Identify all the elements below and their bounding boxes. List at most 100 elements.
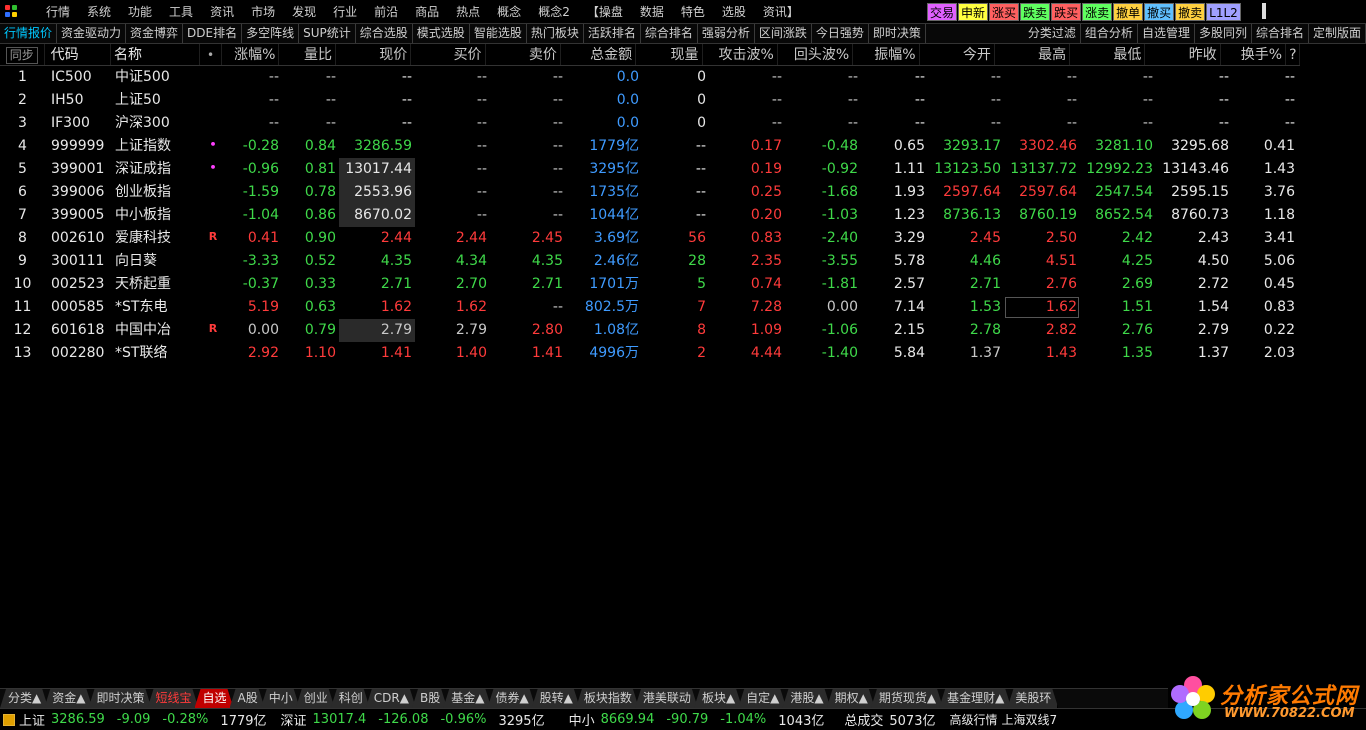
- app-logo-icon[interactable]: [0, 0, 24, 23]
- category-tab[interactable]: 债券▲: [487, 689, 535, 708]
- function-tab[interactable]: 行情报价: [0, 24, 58, 43]
- category-tab[interactable]: 中小: [261, 689, 300, 708]
- quick-trade-button[interactable]: 撤单: [1113, 3, 1144, 21]
- column-header[interactable]: 最低: [1070, 44, 1146, 65]
- category-tab[interactable]: 板块指数: [576, 689, 639, 708]
- market-mode[interactable]: 高级行情: [949, 711, 997, 728]
- column-header[interactable]: 涨幅%: [222, 44, 280, 65]
- category-tab[interactable]: 自选: [195, 689, 234, 708]
- category-tab[interactable]: 美股环: [1007, 689, 1058, 708]
- table-row[interactable]: 9 300111 向日葵 -3.33 0.52 4.35 4.34 4.35 2.46亿 28 2.…: [0, 250, 1300, 273]
- function-tab[interactable]: 定制版面: [1309, 24, 1366, 43]
- table-row[interactable]: 3 IF300 沪深300 -- -- -- -- -- 0.0 0 -- -- -- -- -- -- -- -…: [0, 112, 1300, 135]
- quick-trade-button[interactable]: 涨卖: [1082, 3, 1113, 21]
- category-tab[interactable]: 基金理财▲: [939, 689, 1011, 708]
- category-tab[interactable]: 创业: [296, 689, 335, 708]
- column-header[interactable]: 现价: [336, 44, 412, 65]
- function-tab[interactable]: 综合选股: [356, 24, 413, 43]
- function-tab[interactable]: 模式选股: [413, 24, 470, 43]
- table-row[interactable]: 12 601618 中国中冶 R 0.00 0.79 2.79 2.79 2.80 1.08亿 8 1…: [0, 319, 1300, 342]
- category-tab[interactable]: A股: [230, 689, 265, 708]
- menu-item[interactable]: 选股: [722, 3, 746, 20]
- menu-item[interactable]: 工具: [169, 3, 193, 20]
- category-tab[interactable]: 期货现货▲: [871, 689, 943, 708]
- menu-item[interactable]: 热点: [456, 3, 480, 20]
- menu-item[interactable]: 发现: [292, 3, 316, 20]
- quick-trade-button[interactable]: L1L2: [1206, 3, 1241, 21]
- function-tab[interactable]: 分类过滤: [1024, 24, 1081, 43]
- table-row[interactable]: 6 399006 创业板指 -1.59 0.78 2553.96 -- -- 1735亿 -- 0.…: [0, 181, 1300, 204]
- menu-item[interactable]: 【操盘: [587, 3, 623, 20]
- menu-item[interactable]: 市场: [251, 3, 275, 20]
- help-icon[interactable]: ?: [1286, 44, 1301, 65]
- category-tab[interactable]: 基金▲: [443, 689, 491, 708]
- column-header[interactable]: 名称: [111, 44, 201, 65]
- category-tab[interactable]: 期权▲: [827, 689, 875, 708]
- function-tab[interactable]: 资金驱动力: [57, 24, 127, 43]
- function-tab[interactable]: 区间涨跌: [755, 24, 812, 43]
- quick-trade-button[interactable]: 跌买: [1051, 3, 1082, 21]
- column-header[interactable]: 最高: [995, 44, 1071, 65]
- table-row[interactable]: 13 002280 *ST联络 2.92 1.10 1.41 1.40 1.41 4996万 2 4…: [0, 342, 1300, 365]
- menu-item[interactable]: 行业: [333, 3, 357, 20]
- menu-item[interactable]: 概念2: [538, 3, 570, 20]
- column-header[interactable]: 代码: [45, 44, 112, 65]
- function-tab[interactable]: 组合分析: [1081, 24, 1138, 43]
- column-header[interactable]: 攻击波%: [703, 44, 778, 65]
- column-header[interactable]: •: [200, 44, 223, 65]
- category-tab[interactable]: CDR▲: [366, 689, 416, 708]
- function-tab[interactable]: 自选管理: [1138, 24, 1195, 43]
- menu-item[interactable]: 资讯: [210, 3, 234, 20]
- function-tab[interactable]: SUP统计: [299, 24, 356, 43]
- menu-item[interactable]: 前沿: [374, 3, 398, 20]
- category-tab[interactable]: 资金▲: [44, 689, 92, 708]
- category-tab[interactable]: 港股▲: [782, 689, 830, 708]
- function-tab[interactable]: DDE排名: [183, 24, 243, 43]
- category-tab[interactable]: 短线宝: [147, 689, 198, 708]
- category-tab[interactable]: 即时决策: [88, 689, 151, 708]
- server-name[interactable]: 上海双线7: [1002, 711, 1058, 728]
- column-header[interactable]: 回头波%: [778, 44, 854, 65]
- column-header[interactable]: 今开: [920, 44, 995, 65]
- column-header[interactable]: 量比: [279, 44, 336, 65]
- function-tab[interactable]: 资金博弈: [126, 24, 184, 43]
- function-tab[interactable]: 多股同列: [1195, 24, 1252, 43]
- menu-item[interactable]: 数据: [640, 3, 664, 20]
- category-tab[interactable]: 科创: [331, 689, 370, 708]
- table-row[interactable]: 7 399005 中小板指 -1.04 0.86 8670.02 -- -- 1044亿 -- 0.…: [0, 204, 1300, 227]
- category-tab[interactable]: 板块▲: [694, 689, 742, 708]
- function-tab[interactable]: 活跃排名: [584, 24, 641, 43]
- function-tab[interactable]: 热门板块: [527, 24, 584, 43]
- quick-trade-button[interactable]: 涨买: [989, 3, 1020, 21]
- table-row[interactable]: 10 002523 天桥起重 -0.37 0.33 2.71 2.70 2.71 1701万 5 0…: [0, 273, 1300, 296]
- column-header[interactable]: 总金额: [561, 44, 637, 65]
- window-control-icon[interactable]: [1262, 3, 1266, 19]
- category-tab[interactable]: 自定▲: [738, 689, 786, 708]
- category-tab[interactable]: 股转▲: [532, 689, 580, 708]
- quick-trade-button[interactable]: 交易: [927, 3, 958, 21]
- menu-item[interactable]: 资讯】: [763, 3, 799, 20]
- function-tab[interactable]: 即时决策: [869, 24, 926, 43]
- status-icon[interactable]: [3, 713, 15, 726]
- function-tab[interactable]: 今日强势: [812, 24, 869, 43]
- quick-trade-button[interactable]: 申新: [958, 3, 989, 21]
- function-tab[interactable]: 综合排名: [1252, 24, 1309, 43]
- column-header[interactable]: 买价: [411, 44, 486, 65]
- menu-item[interactable]: 系统: [87, 3, 111, 20]
- menu-item[interactable]: 商品: [415, 3, 439, 20]
- column-header[interactable]: 振幅%: [853, 44, 920, 65]
- table-row[interactable]: 1 IC500 中证500 -- -- -- -- -- 0.0 0 -- -- -- -- -- -- -- -…: [0, 66, 1300, 89]
- category-tab[interactable]: B股: [412, 689, 447, 708]
- table-row[interactable]: 4 999999 上证指数 • -0.28 0.84 3286.59 -- -- 1779亿 -- 0…: [0, 135, 1300, 158]
- table-row[interactable]: 2 IH50 上证50 -- -- -- -- -- 0.0 0 -- -- -- -- -- -- -- --: [0, 89, 1300, 112]
- column-header[interactable]: 换手%: [1221, 44, 1287, 65]
- function-tab[interactable]: 强弱分析: [698, 24, 755, 43]
- table-row[interactable]: 5 399001 深证成指 • -0.96 0.81 13017.44 -- -- 3295亿 --…: [0, 158, 1300, 181]
- quick-trade-button[interactable]: 跌卖: [1020, 3, 1051, 21]
- category-tab[interactable]: 港美联动: [635, 689, 698, 708]
- table-row[interactable]: 8 002610 爱康科技 R 0.41 0.90 2.44 2.44 2.45 3.69亿 56 0…: [0, 227, 1300, 250]
- quick-trade-button[interactable]: 撤买: [1144, 3, 1175, 21]
- table-row[interactable]: 11 000585 *ST东电 5.19 0.63 1.62 1.62 -- 802.5万 7 7.…: [0, 296, 1300, 319]
- column-header[interactable]: 卖价: [486, 44, 561, 65]
- function-tab[interactable]: 综合排名: [641, 24, 698, 43]
